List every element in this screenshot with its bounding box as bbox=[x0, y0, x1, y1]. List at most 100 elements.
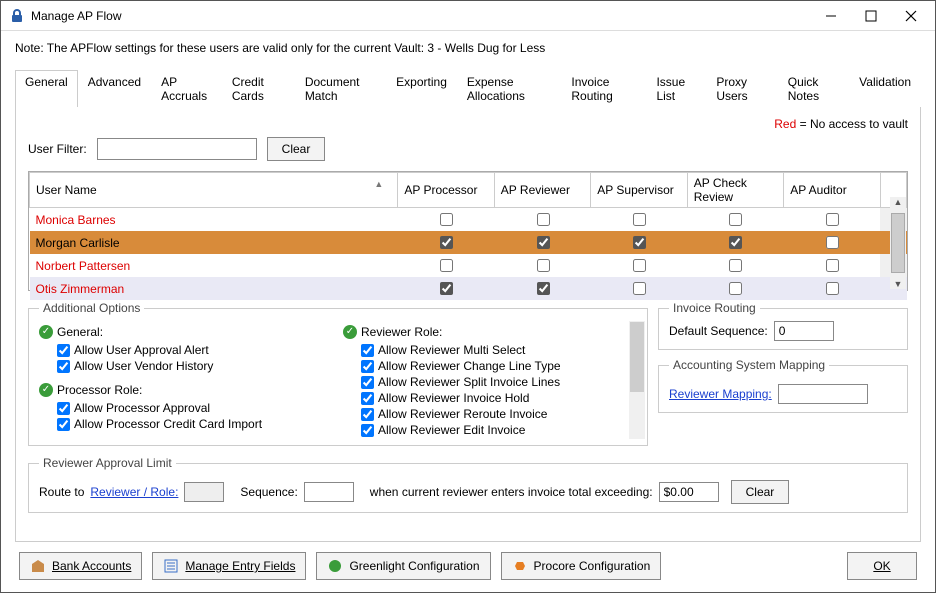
sequence-input[interactable] bbox=[304, 482, 354, 502]
option-item[interactable]: Allow Processor Approval bbox=[57, 401, 333, 415]
option-checkbox[interactable] bbox=[57, 418, 70, 431]
checkbox-cell bbox=[494, 208, 590, 232]
greenlight-config-button[interactable]: Greenlight Configuration bbox=[316, 552, 490, 580]
option-item[interactable]: Allow Reviewer Change Line Type bbox=[361, 359, 637, 373]
option-checkbox[interactable] bbox=[361, 392, 374, 405]
column-header[interactable]: User Name bbox=[30, 173, 398, 208]
close-button[interactable] bbox=[891, 2, 931, 30]
user-name-cell: Norbert Pattersen bbox=[30, 254, 398, 277]
scroll-down-icon[interactable]: ▼ bbox=[890, 279, 906, 289]
role-checkbox[interactable] bbox=[729, 259, 742, 272]
options-scrollbar[interactable] bbox=[629, 321, 645, 439]
role-checkbox[interactable] bbox=[440, 282, 453, 295]
role-checkbox[interactable] bbox=[826, 213, 839, 226]
role-checkbox[interactable] bbox=[633, 259, 646, 272]
tab-proxy-users[interactable]: Proxy Users bbox=[706, 70, 777, 107]
maximize-button[interactable] bbox=[851, 2, 891, 30]
option-checkbox[interactable] bbox=[57, 402, 70, 415]
checkbox-cell bbox=[591, 254, 687, 277]
default-sequence-input[interactable] bbox=[774, 321, 834, 341]
checkbox-cell bbox=[784, 277, 880, 300]
checkbox-cell bbox=[398, 231, 494, 254]
grid-scrollbar[interactable]: ▲ ▼ bbox=[890, 197, 906, 289]
option-item[interactable]: Allow Processor Credit Card Import bbox=[57, 417, 333, 431]
reviewer-role-field[interactable] bbox=[184, 482, 224, 502]
tab-validation[interactable]: Validation bbox=[849, 70, 921, 107]
amount-input[interactable] bbox=[659, 482, 719, 502]
table-row[interactable]: Otis Zimmerman bbox=[30, 277, 907, 300]
when-exceeding-label: when current reviewer enters invoice tot… bbox=[370, 485, 653, 499]
option-item[interactable]: Allow Reviewer Reroute Invoice bbox=[361, 407, 637, 421]
column-header[interactable]: AP Supervisor bbox=[591, 173, 687, 208]
procore-config-button[interactable]: Procore Configuration bbox=[501, 552, 662, 580]
manage-entry-fields-button[interactable]: Manage Entry Fields bbox=[152, 552, 306, 580]
grid-header-row: User NameAP ProcessorAP ReviewerAP Super… bbox=[30, 173, 907, 208]
option-item[interactable]: Allow Reviewer Split Invoice Lines bbox=[361, 375, 637, 389]
option-label: Allow Reviewer Invoice Hold bbox=[378, 391, 529, 405]
tab-advanced[interactable]: Advanced bbox=[78, 70, 151, 107]
column-header[interactable]: AP Check Review bbox=[687, 173, 783, 208]
option-item[interactable]: Allow User Vendor History bbox=[57, 359, 333, 373]
user-filter-clear-button[interactable]: Clear bbox=[267, 137, 326, 161]
option-item[interactable]: Allow User Approval Alert bbox=[57, 343, 333, 357]
role-checkbox[interactable] bbox=[729, 236, 742, 249]
role-checkbox[interactable] bbox=[537, 213, 550, 226]
role-checkbox[interactable] bbox=[729, 282, 742, 295]
minimize-button[interactable] bbox=[811, 2, 851, 30]
checkbox-cell bbox=[591, 277, 687, 300]
option-checkbox[interactable] bbox=[361, 424, 374, 437]
column-header[interactable]: AP Auditor bbox=[784, 173, 880, 208]
role-checkbox[interactable] bbox=[537, 236, 550, 249]
role-checkbox[interactable] bbox=[826, 236, 839, 249]
role-checkbox[interactable] bbox=[440, 213, 453, 226]
bank-accounts-button[interactable]: Bank Accounts bbox=[19, 552, 142, 580]
option-checkbox[interactable] bbox=[361, 376, 374, 389]
role-checkbox[interactable] bbox=[633, 282, 646, 295]
tab-quick-notes[interactable]: Quick Notes bbox=[778, 70, 849, 107]
option-checkbox[interactable] bbox=[361, 408, 374, 421]
tab-invoice-routing[interactable]: Invoice Routing bbox=[561, 70, 646, 107]
role-checkbox[interactable] bbox=[537, 259, 550, 272]
role-checkbox[interactable] bbox=[440, 259, 453, 272]
option-label: Allow Reviewer Reroute Invoice bbox=[378, 407, 547, 421]
role-checkbox[interactable] bbox=[729, 213, 742, 226]
option-item[interactable]: Allow Reviewer Multi Select bbox=[361, 343, 637, 357]
tab-general[interactable]: General bbox=[15, 70, 78, 107]
column-header[interactable]: AP Reviewer bbox=[494, 173, 590, 208]
table-row[interactable]: Monica Barnes bbox=[30, 208, 907, 232]
role-checkbox[interactable] bbox=[537, 282, 550, 295]
scroll-thumb[interactable] bbox=[891, 213, 905, 273]
reviewer-role-link[interactable]: Reviewer / Role: bbox=[90, 485, 178, 499]
role-checkbox[interactable] bbox=[440, 236, 453, 249]
role-checkbox[interactable] bbox=[633, 236, 646, 249]
option-checkbox[interactable] bbox=[57, 344, 70, 357]
user-filter-label: User Filter: bbox=[28, 142, 87, 156]
scroll-up-icon[interactable]: ▲ bbox=[890, 197, 906, 207]
reviewer-mapping-input[interactable] bbox=[778, 384, 868, 404]
option-item[interactable]: Allow Reviewer Invoice Hold bbox=[361, 391, 637, 405]
column-header[interactable]: AP Processor bbox=[398, 173, 494, 208]
tab-expense-allocations[interactable]: Expense Allocations bbox=[457, 70, 562, 107]
tab-document-match[interactable]: Document Match bbox=[295, 70, 386, 107]
check-circle-icon: ✓ bbox=[39, 383, 53, 397]
table-row[interactable]: Norbert Pattersen bbox=[30, 254, 907, 277]
option-checkbox[interactable] bbox=[57, 360, 70, 373]
table-row[interactable]: Morgan Carlisle bbox=[30, 231, 907, 254]
check-circle-icon: ✓ bbox=[39, 325, 53, 339]
ok-button[interactable]: OK bbox=[847, 552, 917, 580]
reviewer-limit-clear-button[interactable]: Clear bbox=[731, 480, 790, 504]
option-checkbox[interactable] bbox=[361, 344, 374, 357]
tab-credit-cards[interactable]: Credit Cards bbox=[222, 70, 295, 107]
tab-issue-list[interactable]: Issue List bbox=[646, 70, 706, 107]
tab-ap-accruals[interactable]: AP Accruals bbox=[151, 70, 222, 107]
tab-exporting[interactable]: Exporting bbox=[386, 70, 457, 107]
role-checkbox[interactable] bbox=[826, 282, 839, 295]
reviewer-mapping-link[interactable]: Reviewer Mapping: bbox=[669, 387, 772, 401]
option-item[interactable]: Allow Reviewer Edit Invoice bbox=[361, 423, 637, 437]
checkbox-cell bbox=[784, 231, 880, 254]
scroll-thumb[interactable] bbox=[630, 322, 644, 392]
role-checkbox[interactable] bbox=[826, 259, 839, 272]
option-checkbox[interactable] bbox=[361, 360, 374, 373]
role-checkbox[interactable] bbox=[633, 213, 646, 226]
user-filter-input[interactable] bbox=[97, 138, 257, 160]
